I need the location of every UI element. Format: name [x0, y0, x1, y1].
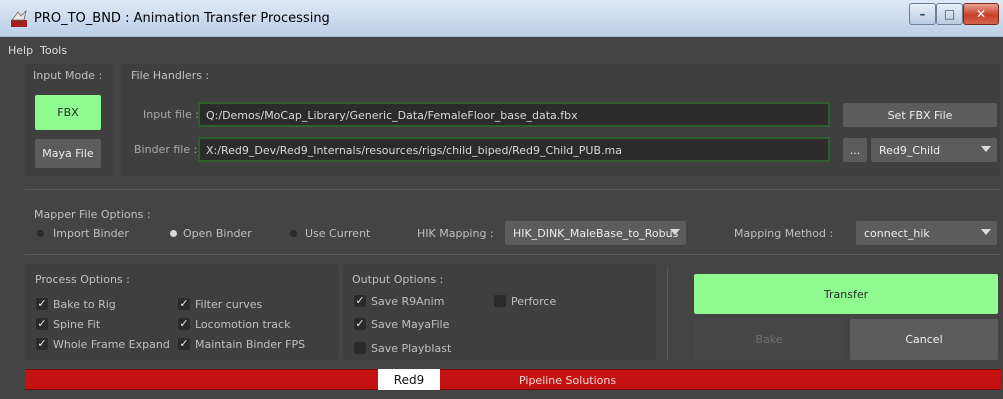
spine-fit-label: Spine Fit [53, 318, 101, 331]
use-current-label: Use Current [305, 227, 371, 240]
browse-binder-button[interactable]: ... [843, 138, 867, 162]
menu-help[interactable]: Help [8, 44, 33, 57]
filter-curves-checkbox[interactable]: ✓ [178, 298, 190, 310]
footer-banner [25, 369, 1001, 390]
save-r9anim-label: Save R9Anim [371, 295, 445, 308]
use-current-radio[interactable] [290, 230, 297, 237]
menu-tools[interactable]: Tools [40, 44, 67, 57]
whole-frame-expand-label: Whole Frame Expand [53, 338, 170, 351]
filter-curves-label: Filter curves [195, 298, 263, 311]
spine-fit-checkbox[interactable]: ✓ [36, 318, 48, 330]
perforce-checkbox[interactable] [494, 295, 506, 307]
maya-file-button[interactable]: Maya File [35, 139, 101, 168]
bake-button[interactable]: Bake [694, 319, 844, 360]
mapping-method-label: Mapping Method : [734, 227, 834, 240]
close-icon: ✕ [975, 7, 987, 21]
process-options-label: Process Options : [35, 273, 130, 286]
save-r9anim-checkbox[interactable]: ✓ [354, 295, 366, 307]
app-icon [10, 9, 28, 28]
input-file-label: Input file : [143, 108, 199, 121]
fbx-button[interactable]: FBX [35, 95, 101, 130]
import-binder-radio[interactable] [37, 230, 44, 237]
save-mayafile-checkbox[interactable]: ✓ [354, 318, 366, 330]
hik-mapping-value: HIK_DINK_MaleBase_to_Robus [513, 227, 679, 240]
bake-to-rig-label: Bake to Rig [53, 298, 116, 311]
save-mayafile-label: Save MayaFile [371, 318, 450, 331]
menu-bar [0, 38, 1003, 60]
maintain-binder-fps-label: Maintain Binder FPS [195, 338, 306, 351]
separator [25, 189, 1000, 190]
mapping-method-select[interactable]: connect_hik [856, 221, 997, 245]
hik-mapping-label: HIK Mapping : [417, 227, 494, 240]
binder-file-field[interactable]: X:/Red9_Dev/Red9_Internals/resources/rig… [198, 137, 830, 162]
input-file-field[interactable]: Q:/Demos/MoCap_Library/Generic_Data/Fema… [198, 102, 830, 127]
banner-text: Pipeline Solutions [519, 374, 617, 387]
import-binder-label: Import Binder [53, 227, 129, 240]
hik-mapping-select[interactable]: HIK_DINK_MaleBase_to_Robus [505, 221, 686, 245]
close-button[interactable]: ✕ [963, 3, 999, 25]
mapper-options-label: Mapper File Options : [34, 208, 151, 221]
open-binder-radio[interactable] [170, 230, 177, 237]
bake-to-rig-checkbox[interactable]: ✓ [36, 298, 48, 310]
vertical-divider [667, 268, 668, 360]
minimize-icon: – [919, 7, 926, 21]
binder-rig-select[interactable]: Red9_Child [871, 138, 997, 162]
mapping-method-value: connect_hik [864, 227, 930, 240]
output-options-label: Output Options : [352, 273, 444, 286]
transfer-button[interactable]: Transfer [694, 274, 998, 314]
minimize-button[interactable]: – [909, 3, 936, 25]
binder-file-label: Binder file : [134, 143, 198, 156]
open-binder-label: Open Binder [183, 227, 252, 240]
red9-logo: Red9 [378, 369, 440, 390]
whole-frame-expand-checkbox[interactable]: ✓ [36, 338, 48, 350]
input-mode-label: Input Mode : [33, 69, 103, 82]
save-playblast-label: Save Playblast [371, 342, 452, 355]
cancel-button[interactable]: Cancel [850, 319, 998, 360]
chevron-down-icon [981, 146, 991, 152]
file-handlers-label: File Handlers : [131, 69, 210, 82]
chevron-down-icon [981, 229, 991, 235]
window-title: PRO_TO_BND : Animation Transfer Processi… [34, 11, 330, 26]
separator [25, 254, 1000, 255]
perforce-label: Perforce [511, 295, 557, 308]
maintain-binder-fps-checkbox[interactable]: ✓ [178, 338, 190, 350]
save-playblast-checkbox[interactable] [354, 342, 366, 354]
locomotion-track-checkbox[interactable]: ✓ [178, 318, 190, 330]
maximize-icon: □ [943, 7, 956, 21]
binder-rig-value: Red9_Child [879, 144, 941, 157]
locomotion-track-label: Locomotion track [195, 318, 291, 331]
set-fbx-file-button[interactable]: Set FBX File [843, 103, 997, 127]
maximize-button[interactable]: □ [936, 3, 963, 25]
chevron-down-icon [670, 229, 680, 235]
